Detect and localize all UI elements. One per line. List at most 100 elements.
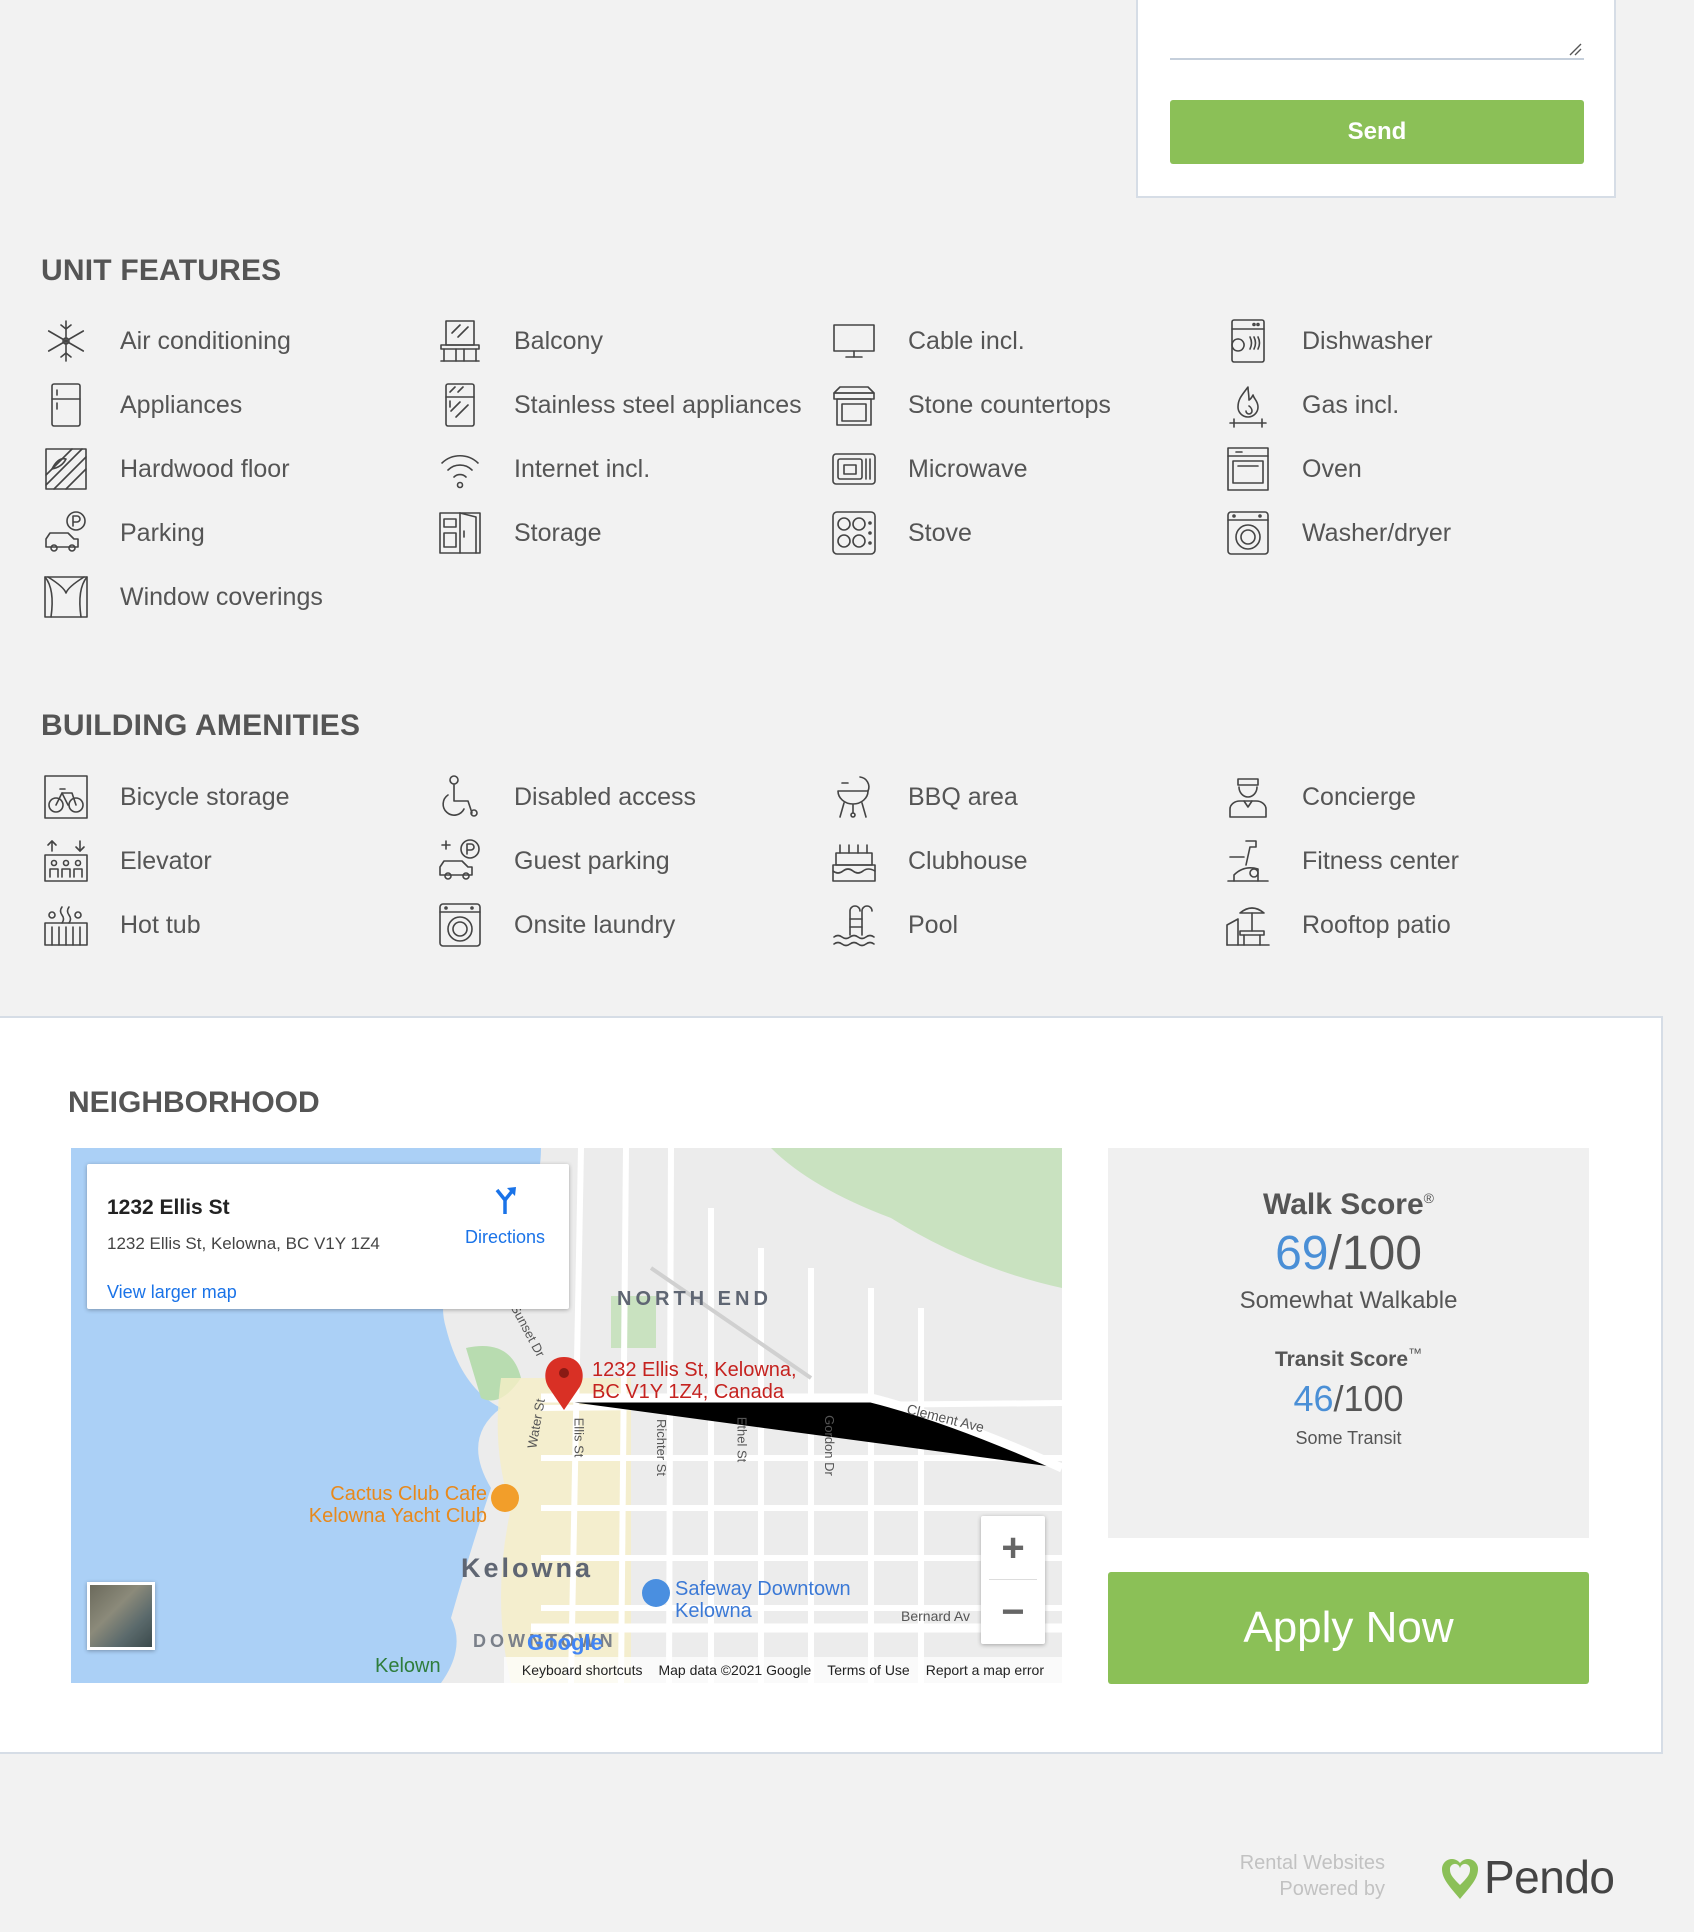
parking-car-icon	[40, 507, 92, 559]
zoom-out-button[interactable]: −	[981, 1580, 1045, 1644]
pool-ladder-icon	[828, 899, 880, 951]
feature-label: Appliances	[120, 390, 243, 419]
amenity-item: Hot tub	[40, 893, 434, 957]
neighborhood-title: NEIGHBORHOOD	[68, 1086, 320, 1119]
feature-item: Stone countertops	[828, 373, 1222, 437]
resize-grip-icon[interactable]	[1568, 42, 1582, 56]
amenity-label: BBQ area	[908, 782, 1018, 811]
transit-score-value: 46/100	[1108, 1378, 1589, 1420]
amenity-item: Clubhouse	[828, 829, 1222, 893]
feature-label: Internet incl.	[514, 454, 651, 483]
amenity-label: Guest parking	[514, 846, 670, 875]
amenity-item: Fitness center	[1222, 829, 1600, 893]
keyboard-shortcuts-link[interactable]: Keyboard shortcuts	[522, 1662, 643, 1678]
zoom-in-button[interactable]: +	[981, 1516, 1045, 1580]
pendo-logo-link[interactable]: Pendo	[1440, 1850, 1615, 1904]
feature-item: Hardwood floor	[40, 437, 434, 501]
feature-item: Oven	[1222, 437, 1600, 501]
powered-by-text: Rental Websites Powered by	[1180, 1850, 1385, 1902]
amenity-item: Rooftop patio	[1222, 893, 1600, 957]
apply-now-button[interactable]: Apply Now	[1108, 1572, 1589, 1684]
map-street-label: Gordon Dr	[821, 1415, 837, 1476]
transit-score-max: /100	[1333, 1378, 1404, 1419]
feature-item: Washer/dryer	[1222, 501, 1600, 565]
stove-icon	[828, 507, 880, 559]
laundry-icon	[434, 899, 486, 951]
map-street-label: Ellis St	[571, 1417, 587, 1458]
directions-button[interactable]: Directions	[455, 1184, 555, 1248]
feature-label: Microwave	[908, 454, 1028, 483]
amenity-item: Pool	[828, 893, 1222, 957]
walk-score-title: Walk Score®	[1108, 1188, 1589, 1222]
feature-label: Parking	[120, 518, 205, 547]
feature-item: Balcony	[434, 309, 828, 373]
map-pin-label: 1232 Ellis St, Kelowna, BC V1Y 1Z4, Cana…	[592, 1359, 797, 1403]
map-poi-cactus-line2: Kelowna Yacht Club	[308, 1505, 487, 1527]
steel-fridge-icon	[434, 379, 486, 431]
powered-line1: Rental Websites	[1239, 1852, 1385, 1874]
feature-label: Stainless steel appliances	[514, 390, 802, 419]
feature-label: Gas incl.	[1302, 390, 1400, 419]
pendo-heart-pin-icon	[1442, 1859, 1478, 1899]
building-amenities-grid: Bicycle storage Disabled access BBQ area…	[40, 765, 1600, 957]
feature-item: Air conditioning	[40, 309, 434, 373]
map-street-label: Bernard Av	[901, 1608, 971, 1624]
satellite-toggle[interactable]	[87, 1582, 155, 1650]
rooftop-patio-icon	[1222, 899, 1274, 951]
walk-score-max: /100	[1328, 1227, 1422, 1280]
terms-of-use-link[interactable]: Terms of Use	[827, 1662, 909, 1678]
unit-features-grid: Air conditioning Balcony Cable incl. Dis…	[40, 309, 1600, 629]
feature-label: Stone countertops	[908, 390, 1111, 419]
map-street-label: Ethel St	[734, 1416, 750, 1463]
map-city-label: Kelowna	[461, 1553, 594, 1583]
hardwood-floor-icon	[40, 443, 92, 495]
walk-score-title-text: Walk Score	[1263, 1188, 1424, 1221]
amenity-item: BBQ area	[828, 765, 1222, 829]
oven-icon	[1222, 443, 1274, 495]
map-poi-safeway[interactable]: Safeway Downtown Kelowna	[675, 1578, 851, 1622]
map-street-label: Richter St	[654, 1418, 670, 1477]
zoom-divider	[989, 1579, 1037, 1580]
directions-icon	[495, 1187, 516, 1214]
feature-label: Cable incl.	[908, 326, 1025, 355]
map-place-card: 1232 Ellis St 1232 Ellis St, Kelowna, BC…	[87, 1164, 569, 1309]
walk-score-panel: Walk Score® 69/100 Somewhat Walkable Tra…	[1108, 1148, 1589, 1538]
map-footer: Keyboard shortcuts Map data ©2021 Google…	[503, 1657, 1062, 1683]
map-poi-safeway-line2: Kelowna	[675, 1600, 752, 1622]
map-poi-cactus[interactable]: Cactus Club Cafe Kelowna Yacht Club	[287, 1483, 487, 1527]
walk-score-value: 69/100	[1108, 1226, 1589, 1281]
guest-parking-icon	[434, 835, 486, 887]
exercise-bike-icon	[1222, 835, 1274, 887]
report-map-error-link[interactable]: Report a map error	[926, 1662, 1044, 1678]
amenity-item: Elevator	[40, 829, 434, 893]
transit-score-title-text: Transit Score	[1274, 1348, 1409, 1371]
send-button[interactable]: Send	[1170, 100, 1584, 164]
amenity-label: Elevator	[120, 846, 212, 875]
view-larger-map-link[interactable]: View larger map	[107, 1282, 237, 1303]
feature-item: Stove	[828, 501, 1222, 565]
pendo-brand: Pendo	[1484, 1851, 1615, 1903]
balcony-icon	[434, 315, 486, 367]
feature-label: Stove	[908, 518, 972, 547]
trademark-mark: ™	[1408, 1345, 1423, 1361]
message-textarea[interactable]	[1170, 0, 1584, 60]
embedded-map[interactable]: NORTH END 1232 Ellis St, Kelowna, BC V1Y…	[71, 1148, 1062, 1683]
amenity-item: Concierge	[1222, 765, 1600, 829]
walk-score-number: 69	[1275, 1227, 1329, 1280]
amenity-item: Onsite laundry	[434, 893, 828, 957]
clubhouse-cake-icon	[828, 835, 880, 887]
map-poi-safeway-line1: Safeway Downtown	[675, 1578, 851, 1600]
transit-score-description: Some Transit	[1295, 1428, 1402, 1448]
feature-label: Oven	[1302, 454, 1362, 483]
amenity-label: Rooftop patio	[1302, 910, 1451, 939]
feature-item: Internet incl.	[434, 437, 828, 501]
feature-item: Gas incl.	[1222, 373, 1600, 437]
hot-tub-icon	[40, 899, 92, 951]
registered-mark: ®	[1423, 1190, 1434, 1206]
feature-label: Balcony	[514, 326, 603, 355]
transit-score-number: 46	[1293, 1378, 1334, 1419]
walk-score-description: Somewhat Walkable	[1239, 1287, 1458, 1314]
bicycle-icon	[40, 771, 92, 823]
wheelchair-icon	[434, 771, 486, 823]
map-pin-label-line1: 1232 Ellis St, Kelowna,	[592, 1359, 797, 1381]
